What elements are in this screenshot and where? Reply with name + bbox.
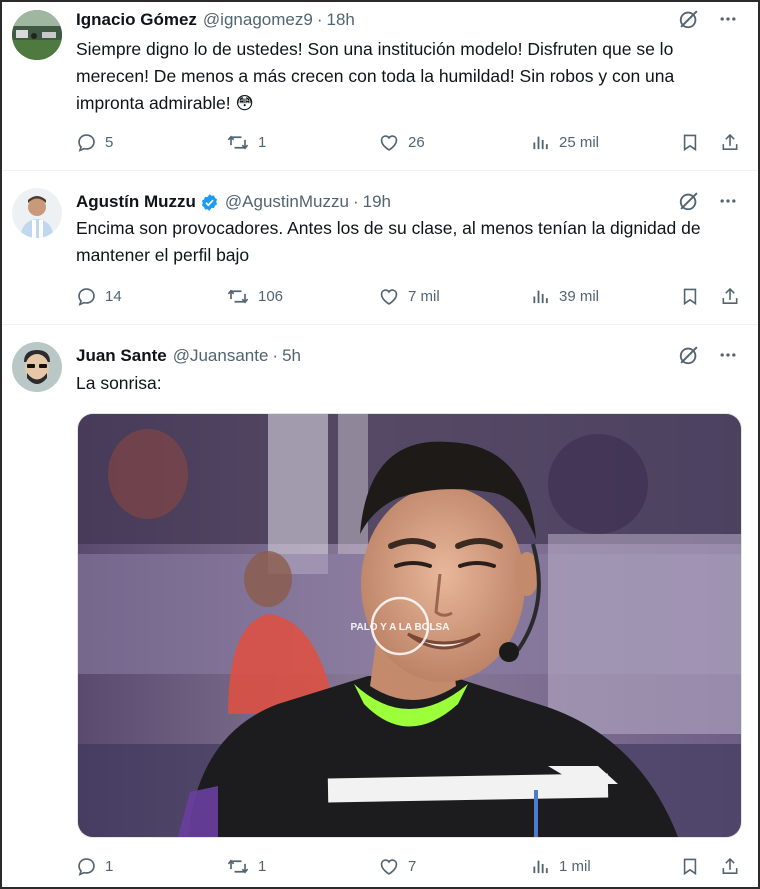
avatar[interactable] xyxy=(12,188,62,238)
avatar[interactable] xyxy=(12,10,62,60)
bookmark-icon xyxy=(683,858,697,875)
views-button[interactable]: 25 mil xyxy=(531,129,599,155)
repost-button[interactable]: 106 xyxy=(226,283,283,309)
share-icon xyxy=(722,133,738,150)
repost-button[interactable]: 1 xyxy=(226,853,266,879)
reply-button[interactable]: 5 xyxy=(76,129,113,155)
separator-dot: · xyxy=(272,346,279,365)
action-bar: 1 1 7 1 mil xyxy=(76,853,742,879)
more-icon[interactable] xyxy=(718,191,738,211)
like-count: 7 mil xyxy=(408,287,440,305)
views-button[interactable]: 1 mil xyxy=(531,853,591,879)
watermark-text: PALO Y A LA BOLSA xyxy=(351,622,450,633)
reply-count: 14 xyxy=(105,287,122,305)
tweet-text: Siempre digno lo de ustedes! Son una ins… xyxy=(76,39,675,113)
author-handle[interactable]: @Juansante xyxy=(173,346,269,366)
more-icon[interactable] xyxy=(718,9,738,29)
share-icon xyxy=(722,287,738,304)
bookmark-button[interactable] xyxy=(680,283,700,309)
reply-icon xyxy=(78,133,95,152)
share-button[interactable] xyxy=(720,129,740,155)
views-count: 39 mil xyxy=(559,287,600,305)
header-actions xyxy=(678,190,738,212)
tweet[interactable]: Ignacio Gómez @ignagomez9 · 18h Siempre … xyxy=(2,2,758,171)
timestamp[interactable]: 19h xyxy=(363,192,391,212)
reply-button[interactable]: 14 xyxy=(76,283,122,309)
tweet-header: Juan Sante @Juansante · 5h xyxy=(76,344,738,368)
bookmark-icon xyxy=(683,134,697,151)
referee-photo: PALO Y A LA BOLSA xyxy=(78,414,741,837)
author-handle[interactable]: @AgustinMuzzu xyxy=(225,192,349,212)
views-count: 25 mil xyxy=(559,133,600,151)
grok-icon[interactable] xyxy=(678,190,700,212)
like-icon xyxy=(380,288,398,305)
repost-button[interactable]: 1 xyxy=(226,129,266,155)
repost-icon xyxy=(227,289,249,303)
more-icon[interactable] xyxy=(718,345,738,365)
reply-count: 1 xyxy=(105,857,114,875)
tweet-text: Encima son provocadores. Antes los de su… xyxy=(76,218,701,265)
share-button[interactable] xyxy=(720,853,740,879)
views-icon xyxy=(533,860,548,873)
tweet-media-photo[interactable]: PALO Y A LA BOLSA xyxy=(77,413,742,838)
grok-icon[interactable] xyxy=(678,8,700,30)
views-icon xyxy=(533,290,548,303)
like-icon xyxy=(380,134,398,151)
timestamp[interactable]: 18h xyxy=(326,10,354,30)
views-icon xyxy=(533,136,548,149)
author-name[interactable]: Ignacio Gómez xyxy=(76,10,197,30)
header-actions xyxy=(678,8,738,30)
action-bar: 14 106 7 mil 39 mil xyxy=(76,283,742,309)
bookmark-button[interactable] xyxy=(680,129,700,155)
separator-dot: · xyxy=(316,10,323,29)
reply-button[interactable]: 1 xyxy=(76,853,113,879)
tweet-thread: Ignacio Gómez @ignagomez9 · 18h Siempre … xyxy=(0,0,760,889)
header-actions xyxy=(678,344,738,366)
tweet-header: Ignacio Gómez @ignagomez9 · 18h xyxy=(76,8,738,32)
views-button[interactable]: 39 mil xyxy=(531,283,599,309)
repost-count: 1 xyxy=(258,133,267,151)
bookmark-icon xyxy=(683,288,697,305)
repost-count: 106 xyxy=(258,287,284,305)
grok-icon[interactable] xyxy=(678,344,700,366)
share-icon xyxy=(722,857,738,874)
repost-icon xyxy=(227,859,249,873)
avatar[interactable] xyxy=(12,342,62,392)
like-count: 7 xyxy=(408,857,417,875)
like-count: 26 xyxy=(408,133,425,151)
timestamp[interactable]: 5h xyxy=(282,346,301,366)
reply-count: 5 xyxy=(105,133,114,151)
action-bar: 5 1 26 25 mil xyxy=(76,129,742,155)
share-button[interactable] xyxy=(720,283,740,309)
author-handle[interactable]: @ignagomez9 xyxy=(203,10,313,30)
like-button[interactable]: 26 xyxy=(378,129,425,155)
repost-icon xyxy=(227,135,249,149)
bookmark-button[interactable] xyxy=(680,853,700,879)
like-icon xyxy=(380,858,398,875)
author-name[interactable]: Agustín Muzzu xyxy=(76,192,196,212)
tweet[interactable]: Agustín Muzzu @AgustinMuzzu · 19h Encima… xyxy=(2,170,758,325)
views-count: 1 mil xyxy=(559,857,591,875)
reply-icon xyxy=(78,857,95,876)
reply-icon xyxy=(78,287,95,306)
repost-count: 1 xyxy=(258,857,267,875)
separator-dot: · xyxy=(352,192,359,211)
tweet-header: Agustín Muzzu @AgustinMuzzu · 19h xyxy=(76,190,738,214)
tweet-text: La sonrisa: xyxy=(76,373,162,393)
like-button[interactable]: 7 xyxy=(378,853,416,879)
like-button[interactable]: 7 mil xyxy=(378,283,440,309)
verified-badge-icon xyxy=(201,193,217,211)
author-name[interactable]: Juan Sante xyxy=(76,346,167,366)
